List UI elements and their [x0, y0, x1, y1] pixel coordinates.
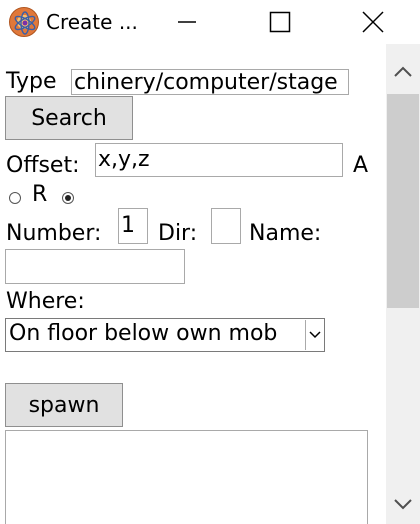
radio-r[interactable] — [62, 192, 74, 204]
scroll-up-button[interactable] — [386, 52, 420, 92]
radio-a-label: A — [353, 153, 369, 178]
name-input[interactable] — [5, 249, 185, 284]
where-label: Where: — [6, 289, 85, 314]
vertical-scrollbar[interactable] — [386, 44, 420, 524]
search-button[interactable]: Search — [5, 96, 133, 140]
offset-label: Offset: — [6, 153, 80, 178]
close-button[interactable] — [350, 0, 396, 44]
type-label: Type — [6, 69, 57, 94]
minimize-button[interactable] — [164, 0, 210, 44]
radio-r-label: R — [32, 182, 48, 207]
chevron-up-icon — [394, 66, 412, 77]
output-textarea[interactable] — [5, 430, 368, 524]
offset-input[interactable]: x,y,z — [95, 143, 343, 177]
window-title: Create ... — [46, 10, 138, 34]
search-button-label: Search — [31, 105, 107, 131]
number-label: Number: — [6, 221, 102, 246]
title-bar: Create ... — [0, 0, 420, 44]
number-input-value: 1 — [121, 213, 135, 238]
maximize-button[interactable] — [257, 0, 303, 44]
radio-a[interactable] — [9, 192, 21, 204]
close-icon — [362, 11, 384, 33]
where-select[interactable]: On floor below own mob — [5, 318, 325, 352]
scrollbar-thumb[interactable] — [387, 94, 419, 308]
spawn-button-label: spawn — [28, 392, 100, 418]
offset-input-value: x,y,z — [98, 147, 150, 172]
app-logo-icon — [9, 7, 39, 37]
maximize-icon — [269, 11, 291, 33]
number-input[interactable]: 1 — [118, 208, 148, 244]
form-area: Type chinery/computer/stage Search Offse… — [0, 44, 386, 524]
minimize-icon — [178, 21, 196, 23]
type-input-value: chinery/computer/stage — [74, 70, 338, 95]
scroll-down-button[interactable] — [386, 484, 420, 524]
name-label: Name: — [249, 221, 322, 246]
spawn-button[interactable]: spawn — [5, 383, 123, 427]
dir-label: Dir: — [158, 221, 198, 246]
where-select-value: On floor below own mob — [9, 321, 278, 346]
type-input[interactable]: chinery/computer/stage — [71, 69, 349, 95]
chevron-down-icon — [394, 499, 412, 510]
dir-input[interactable] — [211, 208, 241, 244]
chevron-down-icon — [305, 320, 323, 350]
